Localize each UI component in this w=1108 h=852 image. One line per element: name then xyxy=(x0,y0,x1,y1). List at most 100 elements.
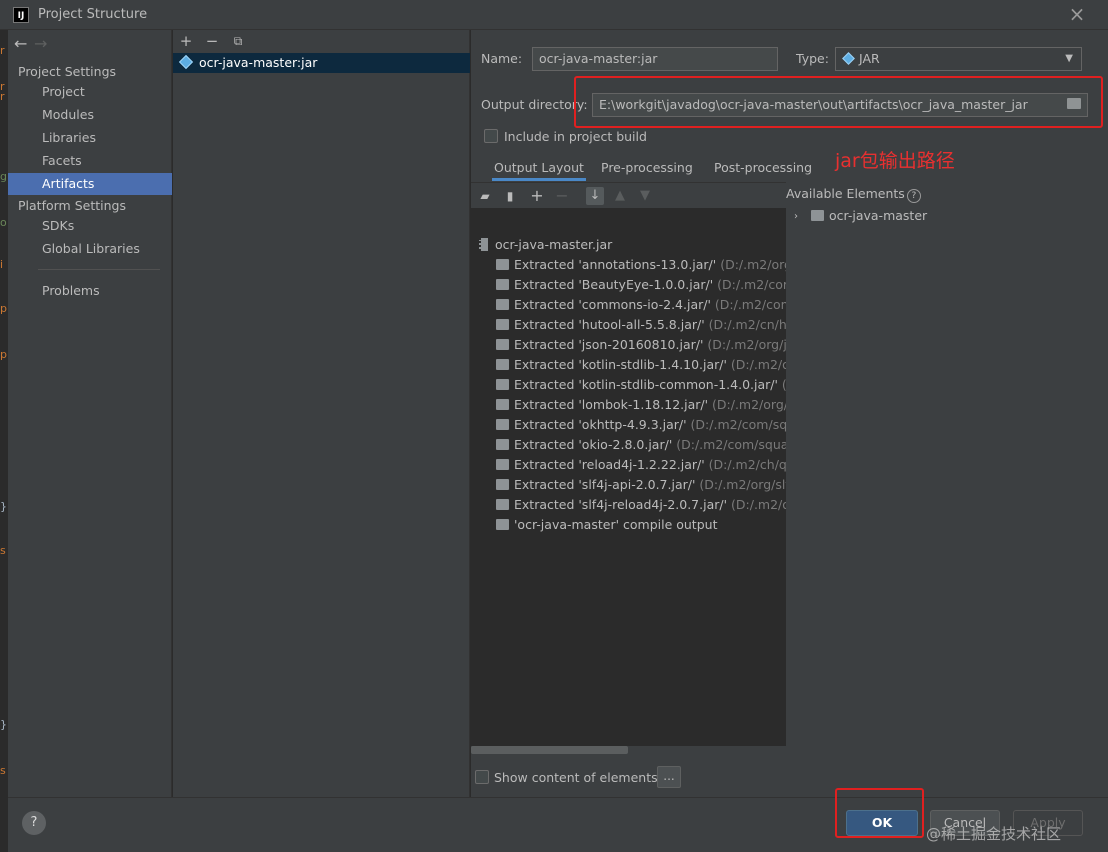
nav-item-libraries[interactable]: Libraries xyxy=(8,127,172,149)
nav-divider xyxy=(38,269,160,270)
tree-item[interactable]: 'ocr-java-master' compile output xyxy=(496,515,717,535)
available-elements-label: Available Elements? xyxy=(786,186,921,203)
extracted-folder-icon xyxy=(496,399,509,410)
editor-background-strip: rrr go ipp } s } s xyxy=(0,30,8,852)
chevron-down-icon: ▼ xyxy=(1065,53,1073,64)
tree-item-path: (D:/.m2/ch/qos/ xyxy=(708,457,786,472)
nav-item-sdks[interactable]: SDKs xyxy=(8,215,172,237)
tree-item[interactable]: Extracted 'okio-2.8.0.jar/' (D:/.m2/com/… xyxy=(496,435,786,455)
tab-post-processing[interactable]: Post-processing xyxy=(712,157,814,181)
nav-item-global-libraries[interactable]: Global Libraries xyxy=(8,238,172,260)
tree-item-path: (D:/.m2/org/ xyxy=(730,357,786,372)
type-select[interactable]: JAR ▼ xyxy=(835,47,1082,71)
chevron-right-icon[interactable]: › xyxy=(794,211,798,222)
tree-item-label: Extracted 'annotations-13.0.jar/' xyxy=(514,257,717,272)
tree-item[interactable]: Extracted 'lombok-1.18.12.jar/' (D:/.m2/… xyxy=(496,395,786,415)
tree-item-path: (D:/.m2/org/pre xyxy=(712,397,786,412)
include-in-build-checkbox[interactable] xyxy=(484,129,498,143)
window-title: Project Structure xyxy=(38,7,148,22)
extracted-folder-icon xyxy=(496,499,509,510)
cancel-button[interactable]: Cancel xyxy=(930,810,1000,836)
tab-pre-processing[interactable]: Pre-processing xyxy=(599,157,695,181)
tree-item[interactable]: Extracted 'slf4j-reload4j-2.0.7.jar/' (D… xyxy=(496,495,786,515)
tab-output-layout[interactable]: Output Layout xyxy=(492,157,586,181)
tree-root-label: ocr-java-master.jar xyxy=(495,237,613,252)
available-element-label: ocr-java-master xyxy=(829,208,928,223)
tree-item[interactable]: Extracted 'BeautyEye-1.0.0.jar/' (D:/.m2… xyxy=(496,275,786,295)
move-up-icon[interactable]: ▲ xyxy=(611,187,629,205)
tree-item-path: (D:/.m2/com/bu xyxy=(717,277,786,292)
tree-item-path: (D:/.m2/com/squar xyxy=(690,417,786,432)
extracted-folder-icon xyxy=(496,259,509,270)
forward-arrow-icon[interactable]: → xyxy=(34,34,54,53)
output-layout-toolbar: ▰ ▮ + − ↓ ▲ ▼ xyxy=(471,182,786,208)
tree-item[interactable]: Extracted 'slf4j-api-2.0.7.jar/' (D:/.m2… xyxy=(496,475,786,495)
artifacts-toolbar: + − ⧉ xyxy=(173,30,470,52)
extracted-folder-icon xyxy=(496,439,509,450)
copy-icon[interactable]: ⧉ xyxy=(229,32,247,50)
tree-item[interactable]: Extracted 'hutool-all-5.5.8.jar/' (D:/.m… xyxy=(496,315,786,335)
apply-button[interactable]: Apply xyxy=(1013,810,1083,836)
tree-root-jar[interactable]: ocr-java-master.jar xyxy=(479,235,612,255)
tree-item[interactable]: Extracted 'okhttp-4.9.3.jar/' (D:/.m2/co… xyxy=(496,415,786,435)
artifact-list-item-label: ocr-java-master:jar xyxy=(199,55,318,70)
back-arrow-icon[interactable]: ← xyxy=(14,34,34,53)
name-field[interactable]: ocr-java-master:jar xyxy=(532,47,778,71)
title-bar: IJ Project Structure × xyxy=(0,0,1108,30)
extracted-folder-icon xyxy=(496,419,509,430)
more-options-button[interactable]: ... xyxy=(657,766,681,788)
tree-item-label: Extracted 'okio-2.8.0.jar/' xyxy=(514,437,673,452)
nav-item-facets[interactable]: Facets xyxy=(8,150,172,172)
horizontal-scrollbar[interactable] xyxy=(471,746,628,754)
extracted-folder-icon xyxy=(496,319,509,330)
name-label: Name: xyxy=(481,51,523,66)
extracted-folder-icon xyxy=(496,299,509,310)
show-content-checkbox[interactable] xyxy=(475,770,489,784)
add-copy-of-icon[interactable]: + xyxy=(528,187,546,205)
tree-item-label: Extracted 'kotlin-stdlib-1.4.10.jar/' xyxy=(514,357,727,372)
tree-item-path: (D:/.m2/org/je xyxy=(720,257,786,272)
add-icon[interactable]: + xyxy=(177,32,195,50)
tree-item[interactable]: Extracted 'json-20160810.jar/' (D:/.m2/o… xyxy=(496,335,786,355)
tree-item-label: Extracted 'BeautyEye-1.0.0.jar/' xyxy=(514,277,714,292)
tree-item-path: (D:/.m2/org/jsor xyxy=(707,337,786,352)
help-button[interactable]: ? xyxy=(22,811,46,835)
output-directory-field[interactable]: E:\workgit\javadog\ocr-java-master\out\a… xyxy=(592,93,1088,117)
folder-browse-icon[interactable] xyxy=(1067,98,1081,109)
new-directory-icon[interactable]: ▰ xyxy=(476,187,494,205)
tree-item[interactable]: Extracted 'reload4j-1.2.22.jar/' (D:/.m2… xyxy=(496,455,786,475)
include-in-build-label: Include in project build xyxy=(504,129,647,144)
extracted-folder-icon xyxy=(496,379,509,390)
output-path-annotation: jar包输出路径 xyxy=(835,150,955,172)
remove-element-icon[interactable]: − xyxy=(553,187,571,205)
tree-item-path: (D:/.m2/comm xyxy=(714,297,786,312)
artifact-list-item[interactable]: ocr-java-master:jar xyxy=(173,53,470,73)
tree-item[interactable]: Extracted 'annotations-13.0.jar/' (D:/.m… xyxy=(496,255,786,275)
module-folder-icon xyxy=(811,210,824,221)
output-layout-tree: ocr-java-master.jar Extracted 'annotatio… xyxy=(471,208,786,746)
ok-button[interactable]: OK xyxy=(846,810,918,836)
tree-item-label: 'ocr-java-master' compile output xyxy=(514,517,718,532)
tree-item-path: (D:/.m2/org/slf4j/ xyxy=(699,477,786,492)
output-directory-value: E:\workgit\javadog\ocr-java-master\out\a… xyxy=(599,97,1028,112)
nav-item-modules[interactable]: Modules xyxy=(8,104,172,126)
move-down-icon[interactable]: ▼ xyxy=(636,187,654,205)
sort-elements-icon[interactable]: ↓ xyxy=(586,187,604,205)
type-label: Type: xyxy=(796,51,829,66)
nav-item-artifacts[interactable]: Artifacts xyxy=(8,173,172,195)
tree-item[interactable]: Extracted 'kotlin-stdlib-common-1.4.0.ja… xyxy=(496,375,786,395)
help-circle-icon[interactable]: ? xyxy=(906,189,921,203)
artifact-detail-panel: Name: ocr-java-master:jar Type: JAR ▼ Ou… xyxy=(471,30,1108,797)
tree-item[interactable]: Extracted 'commons-io-2.4.jar/' (D:/.m2/… xyxy=(496,295,786,315)
create-archive-icon[interactable]: ▮ xyxy=(501,187,519,205)
nav-item-problems[interactable]: Problems xyxy=(8,280,172,302)
tree-item[interactable]: Extracted 'kotlin-stdlib-1.4.10.jar/' (D… xyxy=(496,355,786,375)
close-icon[interactable]: × xyxy=(1068,4,1086,24)
tree-item-label: Extracted 'okhttp-4.9.3.jar/' xyxy=(514,417,687,432)
jar-artifact-icon xyxy=(178,54,194,70)
nav-item-project[interactable]: Project xyxy=(8,81,172,103)
remove-icon[interactable]: − xyxy=(203,32,221,50)
available-element-module[interactable]: ocr-java-master xyxy=(811,206,927,226)
type-select-value: JAR xyxy=(859,51,880,66)
tree-item-label: Extracted 'kotlin-stdlib-common-1.4.0.ja… xyxy=(514,377,778,392)
